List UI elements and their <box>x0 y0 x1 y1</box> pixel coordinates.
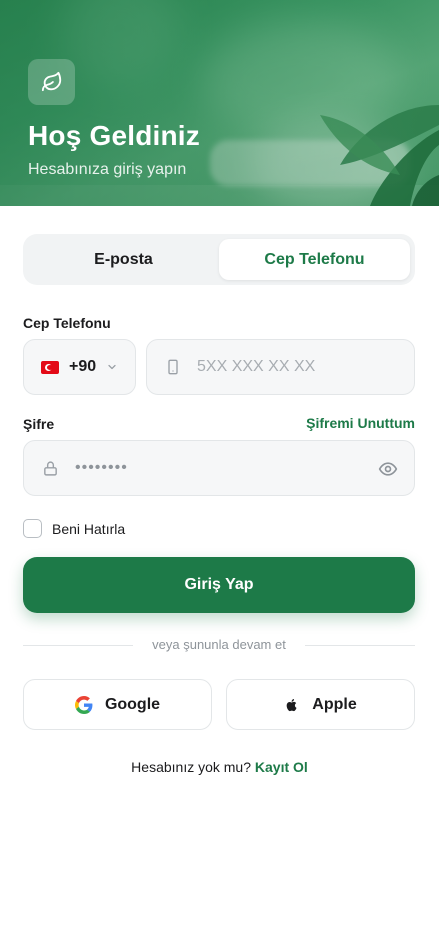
show-password-eye-icon[interactable] <box>378 459 398 479</box>
turkey-flag-icon <box>41 360 59 374</box>
signup-prompt: Hesabınız yok mu? Kayıt Ol <box>0 759 439 775</box>
apple-login-button[interactable]: Apple <box>226 679 415 730</box>
phone-placeholder: 5XX XXX XX XX <box>197 358 316 375</box>
remember-me-checkbox[interactable] <box>23 519 42 538</box>
hero-banner: Hoş Geldiniz Hesabınıza giriş yapın <box>0 0 439 206</box>
google-icon <box>74 695 93 714</box>
remember-me[interactable]: Beni Hatırla <box>23 519 125 538</box>
login-button[interactable]: Giriş Yap <box>23 557 415 613</box>
phone-label: Cep Telefonu <box>23 315 111 331</box>
app-logo <box>28 59 75 105</box>
password-input[interactable]: •••••••• <box>23 440 415 496</box>
leaf-icon <box>41 71 61 92</box>
apple-login-label: Apple <box>312 695 357 713</box>
tab-phone[interactable]: Cep Telefonu <box>219 239 410 280</box>
chevron-down-icon <box>108 364 116 370</box>
apple-icon <box>286 698 297 711</box>
google-login-button[interactable]: Google <box>23 679 212 730</box>
password-masked-value: •••••••• <box>75 459 128 476</box>
country-code-select[interactable]: +90 <box>23 339 136 395</box>
phone-input[interactable]: 5XX XXX XX XX <box>146 339 415 395</box>
page-title: Hoş Geldiniz <box>28 120 200 151</box>
divider-line-left <box>23 645 133 646</box>
forgot-password-link[interactable]: Şifremi Unuttum <box>306 415 415 431</box>
signup-link[interactable]: Kayıt Ol <box>255 759 308 775</box>
password-label: Şifre <box>23 416 55 432</box>
remember-me-label: Beni Hatırla <box>52 520 126 537</box>
login-method-tabs: E-posta Cep Telefonu <box>23 234 415 285</box>
divider-text: veya şununla devam et <box>152 637 286 652</box>
page-subtitle: Hesabınıza giriş yapın <box>28 161 187 178</box>
lock-icon <box>44 460 57 476</box>
google-login-label: Google <box>104 695 161 713</box>
mobile-phone-icon <box>168 359 178 375</box>
divider-line-right <box>305 645 415 646</box>
signup-prompt-text: Hesabınız yok mu? <box>131 759 252 775</box>
country-code-value: +90 <box>69 358 97 375</box>
tab-email[interactable]: E-posta <box>28 239 219 280</box>
